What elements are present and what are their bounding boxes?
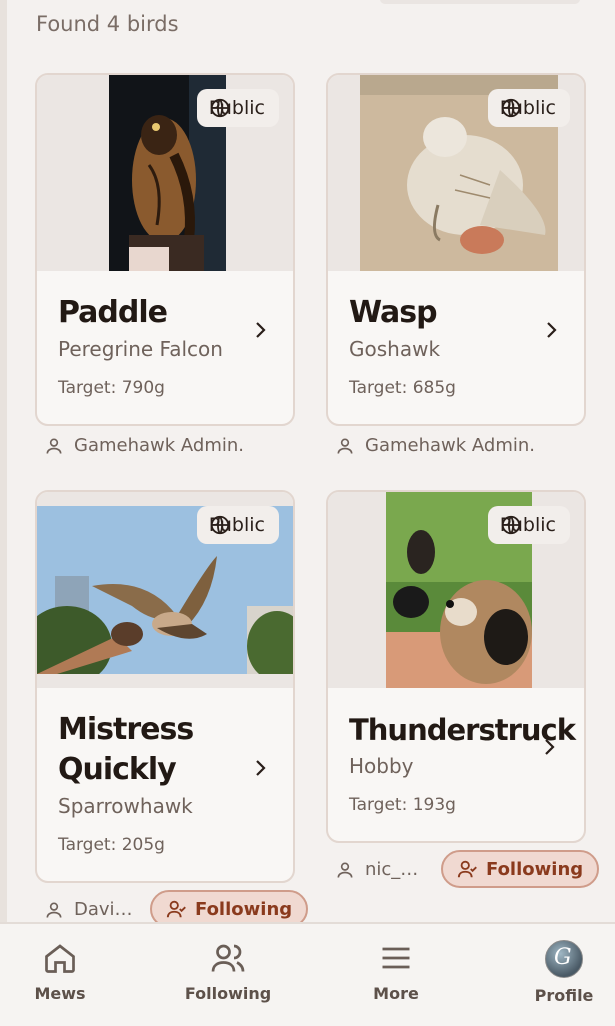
nav-label: Profile xyxy=(534,986,594,1005)
user-check-icon xyxy=(457,860,477,878)
bird-name: Paddle xyxy=(58,295,168,330)
nav-label: More xyxy=(373,984,419,1003)
nav-item-profile[interactable]: G Profile xyxy=(509,940,615,1005)
bird-name: Mistress Quickly xyxy=(58,710,194,790)
bird-photo: Public xyxy=(328,492,584,688)
bird-target-weight: Target: 205g xyxy=(58,835,165,855)
user-icon xyxy=(337,862,353,878)
owner-name: nic_… xyxy=(365,859,419,880)
bird-owner[interactable]: Gamehawk Admin. xyxy=(335,435,535,456)
nav-item-following[interactable]: Following xyxy=(173,940,283,1003)
user-check-icon xyxy=(166,900,186,918)
chevron-right-icon xyxy=(256,322,266,338)
user-icon xyxy=(337,438,353,454)
bird-photo: Public xyxy=(37,75,293,271)
following-label: Following xyxy=(486,858,584,880)
bird-card-paddle[interactable]: Public Paddle Peregrine Falcon Target: 7… xyxy=(35,73,295,426)
bird-photo: Public xyxy=(37,492,293,688)
bird-target-weight: Target: 685g xyxy=(349,378,456,398)
bird-owner[interactable]: Davi… xyxy=(44,899,133,920)
bird-species: Peregrine Falcon xyxy=(58,337,223,361)
chevron-right-icon xyxy=(547,322,557,338)
avatar: G xyxy=(545,940,583,978)
top-sheet-edge xyxy=(380,0,580,4)
bird-name-line-1: Mistress xyxy=(58,712,194,747)
following-button[interactable]: Following xyxy=(441,850,600,888)
owner-name: Gamehawk Admin. xyxy=(74,435,244,456)
bird-owner[interactable]: Gamehawk Admin. xyxy=(44,435,244,456)
chevron-right-icon xyxy=(256,760,266,776)
bird-card-mistress-quickly[interactable]: Public Mistress Quickly Sparrowhawk Targ… xyxy=(35,490,295,883)
visibility-badge: Public xyxy=(196,89,279,127)
bird-card-wasp[interactable]: Public Wasp Goshawk Target: 685g xyxy=(326,73,586,426)
nav-label: Following xyxy=(184,984,272,1003)
bird-photo: Public xyxy=(328,75,584,271)
users-icon xyxy=(211,944,245,972)
bird-owner[interactable]: nic_… xyxy=(335,859,418,880)
bird-name: Wasp xyxy=(349,295,438,330)
bird-target-weight: Target: 193g xyxy=(349,795,456,815)
globe-icon xyxy=(210,98,229,118)
user-icon xyxy=(46,438,62,454)
visibility-badge: Public xyxy=(487,506,570,544)
menu-icon xyxy=(382,947,410,969)
bird-target-weight: Target: 790g xyxy=(58,378,165,398)
owner-name: Gamehawk Admin. xyxy=(365,435,535,456)
user-icon xyxy=(46,902,62,918)
bird-name-line-2: Quickly xyxy=(58,752,177,787)
results-count: Found 4 birds xyxy=(36,12,179,36)
globe-icon xyxy=(501,98,520,118)
following-label: Following xyxy=(195,898,293,920)
chevron-right-icon xyxy=(545,739,555,755)
bird-species: Sparrowhawk xyxy=(58,794,193,818)
bird-species: Goshawk xyxy=(349,337,441,361)
owner-name: Davi… xyxy=(74,899,133,920)
avatar-letter: G xyxy=(554,945,572,970)
nav-label: Mews xyxy=(34,984,86,1003)
nav-item-mews[interactable]: Mews xyxy=(5,940,115,1003)
nav-item-more[interactable]: More xyxy=(341,940,451,1003)
visibility-badge: Public xyxy=(487,89,570,127)
globe-icon xyxy=(210,515,229,535)
globe-icon xyxy=(501,515,520,535)
visibility-badge: Public xyxy=(196,506,279,544)
bird-card-thunderstruck[interactable]: Public Thunderstruck Hobby Target: 193g xyxy=(326,490,586,843)
left-edge xyxy=(0,0,7,1024)
bird-species: Hobby xyxy=(349,754,414,778)
bottom-nav: Mews Following More G Profile xyxy=(0,922,615,1026)
home-icon xyxy=(45,944,75,973)
